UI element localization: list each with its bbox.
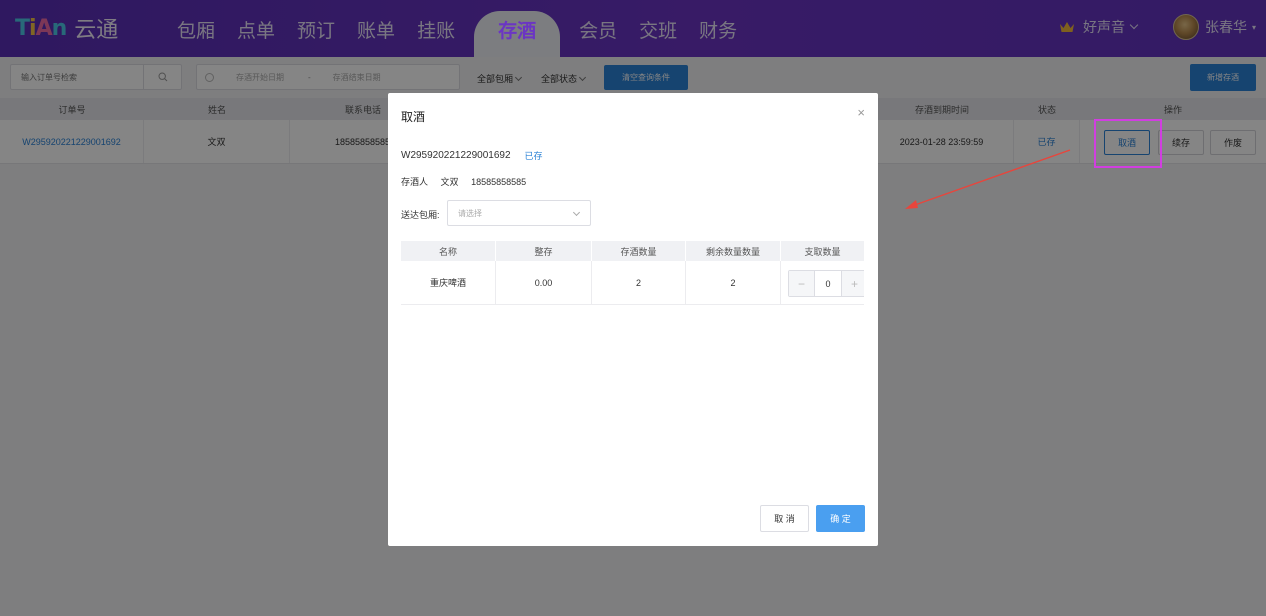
depositor-name: 文双 — [440, 177, 459, 187]
dialog-order-line: W295920221229001692 已存 — [401, 149, 543, 162]
items-table-header: 名称 整存 存酒数量 剩余数量数量 支取数量 — [401, 241, 864, 261]
depositor-phone: 18585858585 — [471, 177, 527, 187]
cancel-button[interactable]: 取 消 — [760, 505, 809, 532]
depositor-label: 存酒人 — [401, 177, 429, 187]
confirm-button[interactable]: 确 定 — [816, 505, 865, 532]
take-wine-dialog: 取酒 × W295920221229001692 已存 存酒人 文双 18585… — [388, 93, 878, 546]
dialog-order-no: W295920221229001692 — [401, 150, 511, 161]
col-remain: 剩余数量数量 — [686, 241, 781, 261]
col-take: 支取数量 — [804, 246, 841, 257]
item-qty: 2 — [592, 261, 686, 304]
col-qty: 存酒数量 — [592, 241, 686, 261]
item-name: 重庆啤酒 — [401, 261, 496, 304]
wine-items-table: 名称 整存 存酒数量 剩余数量数量 支取数量 重庆啤酒 0.00 2 2 − 0… — [401, 241, 864, 305]
quantity-stepper: − 0 + — [788, 270, 864, 297]
room-label: 送达包厢: — [401, 210, 440, 220]
room-select[interactable]: 请选择 — [447, 200, 591, 226]
close-icon[interactable]: × — [857, 105, 865, 120]
list-item: 重庆啤酒 0.00 2 2 − 0 + — [401, 261, 864, 305]
stepper-value[interactable]: 0 — [815, 279, 841, 289]
room-select-placeholder: 请选择 — [458, 208, 482, 218]
col-whole: 整存 — [496, 241, 592, 261]
highlight-box — [1094, 119, 1162, 168]
depositor-info: 存酒人 文双 18585858585 — [401, 175, 532, 188]
take-qty-cell: − 0 + — [781, 261, 864, 305]
minus-icon[interactable]: − — [789, 271, 815, 296]
item-remain: 2 — [686, 261, 781, 304]
dialog-status-badge: 已存 — [524, 151, 543, 161]
dialog-title: 取酒 — [401, 110, 426, 124]
col-item-name: 名称 — [401, 241, 496, 261]
plus-icon[interactable]: + — [841, 271, 864, 296]
item-whole: 0.00 — [496, 261, 592, 304]
chevron-down-icon — [572, 208, 581, 217]
